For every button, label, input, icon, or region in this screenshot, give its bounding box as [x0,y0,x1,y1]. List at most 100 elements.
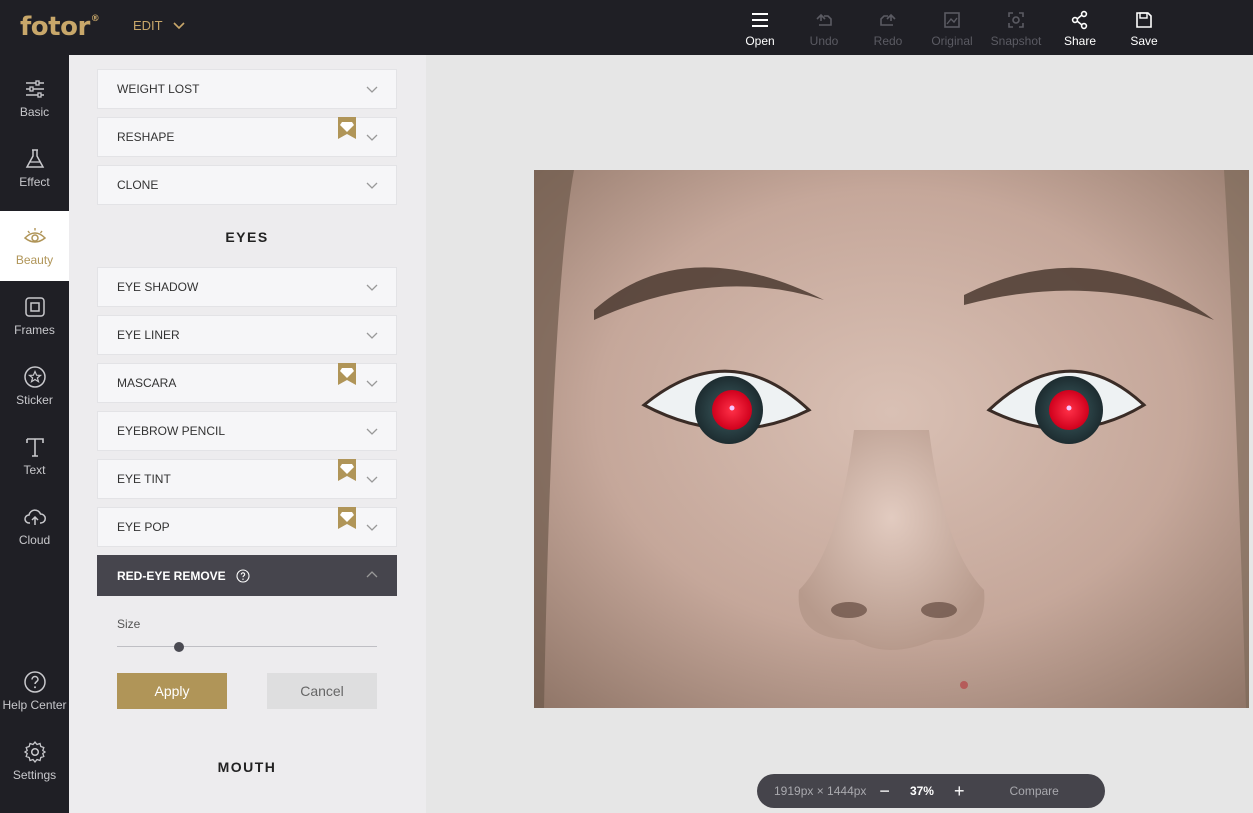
zoom-in-button[interactable]: + [954,781,965,802]
edit-menu[interactable]: EDIT [133,18,185,33]
section-title-eyes: EYES [225,229,269,245]
accordion-weight-lost[interactable]: WEIGHT LOST [97,69,397,109]
save-label: Save [1130,34,1158,48]
accordion-eye-shadow[interactable]: EYE SHADOW [97,267,397,307]
chevron-down-icon [366,134,378,141]
image-icon [944,12,960,28]
rail-label-beauty: Beauty [15,253,54,267]
menu-icon [752,13,768,27]
zoom-out-button[interactable]: − [879,781,890,802]
zoom-bar: 1919px × 1444px − 37% + Compare [757,774,1105,808]
chevron-down-icon [366,332,378,339]
photo-illustration [534,170,1249,708]
settings-button[interactable]: Settings [0,726,69,796]
share-label: Share [1063,34,1097,48]
rail-item-cloud[interactable]: Cloud [0,491,69,561]
accordion-eyebrow-pencil[interactable]: EYEBROW PENCIL [97,411,397,451]
snapshot-icon [1008,12,1024,28]
accordion-eye-liner[interactable]: EYE LINER [97,315,397,355]
rail-item-effect[interactable]: Effect [0,133,69,203]
image-dimensions: 1919px × 1444px [774,784,867,798]
rail-label-sticker: Sticker [16,393,53,407]
toolbar: Open Undo Redo Original Snapshot Share S… [728,8,1176,50]
section-title-mouth: MOUTH [217,759,277,775]
open-button[interactable]: Open [728,8,792,50]
settings-label: Settings [12,768,57,782]
rail-item-text[interactable]: Text [0,421,69,491]
original-button[interactable]: Original [920,8,984,50]
snapshot-button[interactable]: Snapshot [984,8,1048,50]
rail-item-frames[interactable]: Frames [0,281,69,351]
save-icon [1136,12,1152,28]
editor-canvas[interactable]: 1919px × 1444px − 37% + Compare [426,55,1253,813]
rail-label-frames: Frames [14,323,55,337]
size-slider-track[interactable] [117,646,377,647]
photo-face-closeup[interactable] [534,170,1249,708]
cloud-upload-icon [23,509,46,525]
accordion-label: EYE TINT [117,472,171,486]
premium-badge-icon [338,117,356,139]
rail-label-text: Text [23,463,46,477]
top-bar: fotor® EDIT Open Undo Redo Original Snap… [0,0,1253,55]
undo-icon [816,13,832,26]
premium-badge-icon [338,363,356,385]
left-rail: Basic Effect Beauty Frames Sticker Text … [0,55,69,813]
rail-label-cloud: Cloud [18,533,51,547]
accordion-clone[interactable]: CLONE [97,165,397,205]
accordion-label: EYE POP [117,520,170,534]
redo-button[interactable]: Redo [856,8,920,50]
help-center-label: Help Center [2,698,67,712]
star-icon [23,366,46,388]
help-center-button[interactable]: Help Center [0,656,69,726]
edit-menu-label: EDIT [133,18,163,33]
rail-label-effect: Effect [19,175,50,189]
save-button[interactable]: Save [1112,8,1176,50]
rail-label-basic: Basic [19,105,50,119]
zoom-percent: 37% [909,784,934,798]
open-label: Open [745,34,775,48]
original-label: Original [931,34,973,48]
chevron-down-icon [173,21,185,29]
accordion-eye-tint[interactable]: EYE TINT [97,459,397,499]
chevron-down-icon [366,380,378,387]
accordion-reshape[interactable]: RESHAPE [97,117,397,157]
eye-icon [23,228,46,243]
beauty-panel: WEIGHT LOST RESHAPE CLONE EYES EYE SHADO… [69,55,426,813]
chevron-down-icon [366,86,378,93]
rail-item-basic[interactable]: Basic [0,63,69,133]
sliders-icon [25,80,44,98]
undo-button[interactable]: Undo [792,8,856,50]
redo-icon [880,13,896,26]
size-label: Size [117,617,141,631]
accordion-label: RESHAPE [117,130,175,144]
text-icon [25,438,44,457]
premium-badge-icon [338,459,356,481]
cancel-button[interactable]: Cancel [267,673,377,709]
chevron-down-icon [366,428,378,435]
help-icon[interactable] [236,568,250,583]
accordion-mascara[interactable]: MASCARA [97,363,397,403]
undo-label: Undo [809,34,839,48]
accordion-label: EYEBROW PENCIL [117,424,226,438]
rail-item-beauty[interactable]: Beauty [0,211,69,281]
frame-icon [24,297,45,317]
accordion-eye-pop[interactable]: EYE POP [97,507,397,547]
accordion-label: EYE LINER [117,328,180,342]
redo-label: Redo [873,34,903,48]
chevron-down-icon [366,524,378,531]
chevron-down-icon [366,284,378,291]
rail-item-sticker[interactable]: Sticker [0,351,69,421]
accordion-red-eye-remove[interactable]: RED-EYE REMOVE [97,555,397,596]
accordion-label: MASCARA [117,376,177,390]
size-slider-thumb[interactable] [174,642,185,652]
compare-button[interactable]: Compare [1009,784,1058,798]
accordion-label: CLONE [117,178,159,192]
fotor-logo[interactable]: fotor® [20,12,100,42]
share-button[interactable]: Share [1048,8,1112,50]
share-icon [1071,10,1088,30]
gear-icon [23,740,46,764]
apply-button[interactable]: Apply [117,673,227,709]
flask-icon [25,149,44,168]
accordion-label: WEIGHT LOST [117,82,200,96]
chevron-up-icon [366,571,378,578]
